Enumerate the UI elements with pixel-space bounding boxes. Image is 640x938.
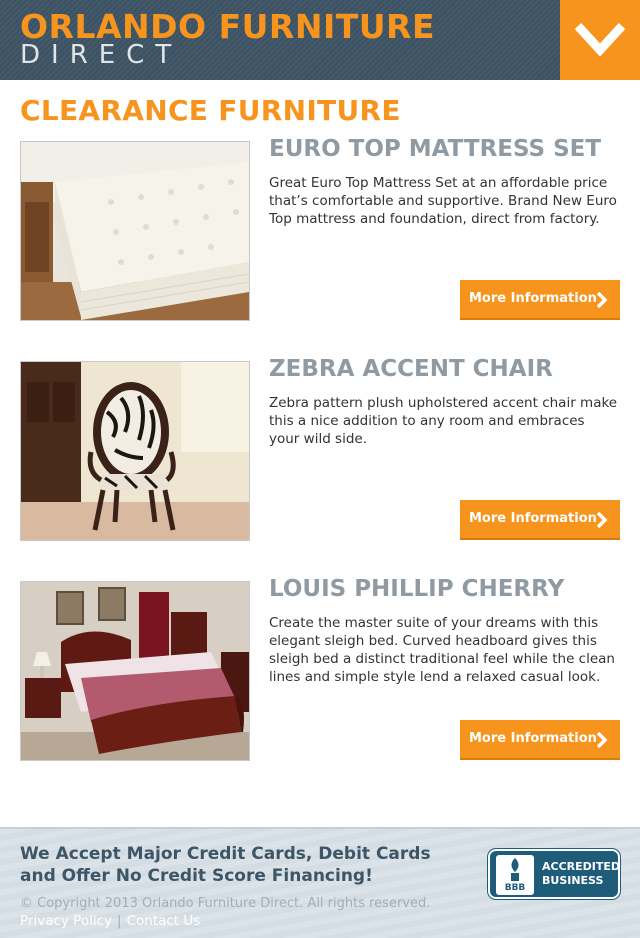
more-information-button[interactable]: More Information bbox=[460, 280, 620, 320]
product-card: LOUIS PHILLIP CHERRY Create the master s… bbox=[20, 576, 620, 761]
payment-message: We Accept Major Credit Cards, Debit Card… bbox=[20, 844, 431, 886]
link-separator: | bbox=[117, 913, 122, 929]
product-card: EURO TOP MATTRESS SET Great Euro Top Mat… bbox=[20, 136, 620, 321]
more-information-button[interactable]: More Information bbox=[460, 500, 620, 540]
bbb-torch-icon: BBB bbox=[496, 855, 534, 895]
product-name[interactable]: LOUIS PHILLIP CHERRY bbox=[269, 576, 564, 602]
menu-toggle-button[interactable] bbox=[560, 0, 640, 80]
bbb-line1: ACCREDITED bbox=[542, 860, 621, 873]
copyright-text: © Copyright 2013 Orlando Furniture Direc… bbox=[20, 896, 431, 911]
bbb-seal-text: BBB bbox=[504, 883, 526, 893]
product-name[interactable]: EURO TOP MATTRESS SET bbox=[269, 136, 601, 162]
bbb-line2: BUSINESS bbox=[542, 874, 604, 887]
product-card: ZEBRA ACCENT CHAIR Zebra pattern plush u… bbox=[20, 356, 620, 541]
site-footer: We Accept Major Credit Cards, Debit Card… bbox=[0, 827, 640, 938]
product-description: Create the master suite of your dreams w… bbox=[269, 615, 615, 685]
contact-us-link[interactable]: Contact Us bbox=[127, 913, 201, 929]
bbb-accredited-badge[interactable]: BBB ACCREDITED BUSINESS bbox=[488, 849, 620, 899]
product-description: Great Euro Top Mattress Set at an afford… bbox=[269, 175, 617, 227]
chevron-down-icon bbox=[574, 22, 626, 57]
more-information-button[interactable]: More Information bbox=[460, 720, 620, 760]
button-label: More Information bbox=[469, 731, 597, 746]
product-name[interactable]: ZEBRA ACCENT CHAIR bbox=[269, 356, 553, 382]
logo-line1: ORLANDO FURNITURE bbox=[20, 7, 435, 46]
bed-image[interactable] bbox=[20, 581, 250, 761]
page-title: CLEARANCE FURNITURE bbox=[20, 94, 401, 127]
footer-links: Privacy Policy | Contact Us bbox=[20, 913, 200, 929]
mattress-image[interactable] bbox=[20, 141, 250, 321]
privacy-policy-link[interactable]: Privacy Policy bbox=[20, 913, 112, 929]
button-label: More Information bbox=[469, 291, 597, 306]
product-description: Zebra pattern plush upholstered accent c… bbox=[269, 395, 618, 447]
chevron-right-icon bbox=[596, 292, 608, 308]
button-label: More Information bbox=[469, 511, 597, 526]
chair-image[interactable] bbox=[20, 361, 250, 541]
chevron-right-icon bbox=[596, 732, 608, 748]
bbb-text: ACCREDITED BUSINESS bbox=[542, 860, 620, 888]
site-header: ORLANDO FURNITURE DIRECT bbox=[0, 0, 640, 80]
chevron-right-icon bbox=[596, 512, 608, 528]
site-logo[interactable]: ORLANDO FURNITURE DIRECT bbox=[20, 7, 435, 69]
